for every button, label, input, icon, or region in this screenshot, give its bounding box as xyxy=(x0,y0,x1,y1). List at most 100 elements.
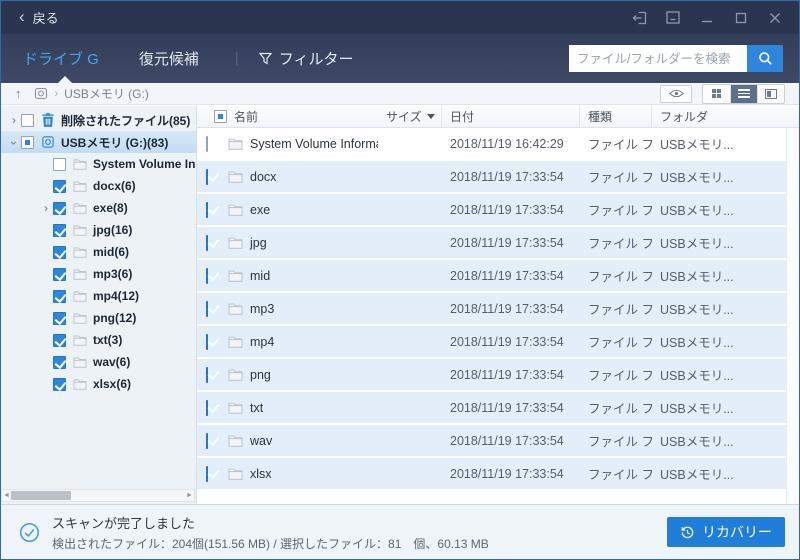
row-checkbox[interactable] xyxy=(206,169,208,185)
table-row[interactable]: docx 2018/11/19 17:33:54 ファイル フォ... USBメ… xyxy=(197,161,799,194)
tray-icon[interactable] xyxy=(661,7,685,29)
row-checkbox[interactable] xyxy=(206,301,208,317)
sidebar-tree-item[interactable]: › xlsx(6) xyxy=(1,373,196,395)
grid-view-button[interactable] xyxy=(703,85,730,103)
tree-chevron-icon[interactable]: › xyxy=(7,136,21,150)
file-date: 2018/11/19 17:33:54 xyxy=(442,170,580,184)
file-date: 2018/11/19 17:33:54 xyxy=(442,335,580,349)
table-row[interactable]: txt 2018/11/19 17:33:54 ファイル フォ... USBメモ… xyxy=(197,392,799,425)
tree-item-checkbox[interactable] xyxy=(53,158,66,171)
table-row[interactable]: jpg 2018/11/19 17:33:54 ファイル フォ... USBメモ… xyxy=(197,227,799,260)
table-row[interactable]: mid 2018/11/19 17:33:54 ファイル フォ... USBメモ… xyxy=(197,260,799,293)
table-row[interactable]: xlsx 2018/11/19 17:33:54 ファイル フォ... USBメ… xyxy=(197,458,799,491)
breadcrumb-path[interactable]: USBメモリ (G:) xyxy=(64,85,149,102)
minimize-icon[interactable] xyxy=(695,7,719,29)
scroll-left-arrow-icon[interactable]: ◄ xyxy=(2,492,11,499)
navigate-up-icon[interactable]: ↑ xyxy=(15,86,22,101)
column-type[interactable]: 種類 xyxy=(580,106,652,127)
row-checkbox-cell xyxy=(206,467,226,481)
sidebar-tree-item[interactable]: › docx(6) xyxy=(1,175,196,197)
column-name[interactable]: 名前 xyxy=(226,106,378,127)
table-row[interactable]: mp4 2018/11/19 17:33:54 ファイル フォ... USBメモ… xyxy=(197,326,799,359)
list-view-button[interactable] xyxy=(730,85,757,103)
sidebar-tree-item[interactable]: › wav(6) xyxy=(1,351,196,373)
back-button[interactable]: ‹ 戻る xyxy=(1,1,73,34)
recovery-history-icon xyxy=(680,525,695,540)
search-button[interactable] xyxy=(747,45,783,72)
scrollbar-thumb[interactable] xyxy=(11,491,71,500)
sidebar-tree-item[interactable]: › mp3(6) xyxy=(1,263,196,285)
scrollbar-track[interactable] xyxy=(11,490,185,501)
sidebar-tree-item[interactable]: › 削除されたファイル(85) xyxy=(1,109,196,131)
table-row[interactable]: mp3 2018/11/19 17:33:54 ファイル フォ... USBメモ… xyxy=(197,293,799,326)
column-folder[interactable]: フォルダ xyxy=(652,106,785,127)
table-vertical-scrollbar[interactable] xyxy=(786,128,799,506)
tree-item-checkbox[interactable] xyxy=(53,202,66,215)
table-row[interactable]: exe 2018/11/19 17:33:54 ファイル フォ... USBメモ… xyxy=(197,194,799,227)
tree-item-label: System Volume In xyxy=(93,157,195,171)
column-date[interactable]: 日付 xyxy=(442,106,580,127)
folder-icon xyxy=(73,224,87,236)
file-folder: USBメモリ... xyxy=(652,134,785,153)
tree-item-checkbox[interactable] xyxy=(21,114,34,127)
tab-drive-g[interactable]: ドライブ G xyxy=(15,48,107,69)
row-checkbox[interactable] xyxy=(206,334,208,350)
table-row[interactable]: png 2018/11/19 17:33:54 ファイル フォ... USBメモ… xyxy=(197,359,799,392)
close-icon[interactable] xyxy=(763,7,787,29)
row-checkbox[interactable] xyxy=(206,367,208,383)
file-type: ファイル フォ... xyxy=(580,266,652,285)
device-icon xyxy=(34,87,48,100)
tree-item-checkbox[interactable] xyxy=(53,246,66,259)
sidebar-tree-item[interactable]: › System Volume In xyxy=(1,153,196,175)
scan-complete-check-icon xyxy=(19,522,40,543)
file-name-cell: wav xyxy=(226,434,378,448)
tree-item-checkbox[interactable] xyxy=(53,334,66,347)
table-row[interactable]: System Volume Informat... 2018/11/19 16:… xyxy=(197,128,799,161)
recover-button[interactable]: リカバリー xyxy=(667,517,785,547)
table-row[interactable]: wav 2018/11/19 17:33:54 ファイル フォ... USBメモ… xyxy=(197,425,799,458)
sidebar-tree-item[interactable]: › mid(6) xyxy=(1,241,196,263)
sidebar-tree-item[interactable]: › txt(3) xyxy=(1,329,196,351)
row-checkbox[interactable] xyxy=(206,400,208,416)
sidebar-tree-item[interactable]: › USBメモリ (G:)(83) xyxy=(1,131,196,153)
row-checkbox-cell xyxy=(206,170,226,184)
tab-recovery-candidates[interactable]: 復元候補 xyxy=(131,48,207,69)
row-checkbox[interactable] xyxy=(206,202,208,218)
detail-view-button[interactable] xyxy=(757,85,784,103)
tree-item-checkbox[interactable] xyxy=(53,378,66,391)
row-checkbox[interactable] xyxy=(206,433,208,449)
sign-out-icon[interactable] xyxy=(627,7,651,29)
sort-arrow-icon[interactable] xyxy=(427,114,435,119)
sidebar-horizontal-scrollbar[interactable]: ◄ ► xyxy=(1,489,195,502)
filter-button[interactable]: フィルター xyxy=(259,48,354,69)
breadcrumb-separator: › xyxy=(55,88,59,100)
file-type: ファイル フォ... xyxy=(580,134,652,153)
tree-item-checkbox[interactable] xyxy=(53,224,66,237)
row-checkbox[interactable] xyxy=(206,235,208,251)
maximize-icon[interactable] xyxy=(729,7,753,29)
tree-item-checkbox[interactable] xyxy=(53,356,66,369)
folder-icon xyxy=(73,268,87,280)
sidebar-tree-item[interactable]: › png(12) xyxy=(1,307,196,329)
tree-chevron-icon[interactable]: › xyxy=(7,113,21,127)
status-bar: スキャンが完了しました 検出されたファイル：204個(151.56 MB) / … xyxy=(1,504,799,559)
row-checkbox[interactable] xyxy=(206,136,208,152)
tree-item-checkbox[interactable] xyxy=(53,312,66,325)
sidebar-tree-item[interactable]: › jpg(16) xyxy=(1,219,196,241)
tree-item-checkbox[interactable] xyxy=(53,268,66,281)
scroll-right-arrow-icon[interactable]: ► xyxy=(185,492,194,499)
sidebar-tree-item[interactable]: › mp4(12) xyxy=(1,285,196,307)
tree-item-label: txt(3) xyxy=(93,333,122,347)
sidebar-tree-item[interactable]: › exe(8) xyxy=(1,197,196,219)
tree-item-checkbox[interactable] xyxy=(21,136,34,149)
row-checkbox[interactable] xyxy=(206,466,208,482)
row-checkbox[interactable] xyxy=(206,268,208,284)
file-folder: USBメモリ... xyxy=(652,332,785,351)
tree-chevron-icon[interactable]: › xyxy=(39,201,53,215)
column-size[interactable]: サイズ xyxy=(378,106,442,127)
search-input[interactable] xyxy=(569,45,747,72)
tree-item-checkbox[interactable] xyxy=(53,180,66,193)
tree-item-label: exe(8) xyxy=(93,201,128,215)
preview-eye-button[interactable] xyxy=(660,85,692,103)
tree-item-checkbox[interactable] xyxy=(53,290,66,303)
